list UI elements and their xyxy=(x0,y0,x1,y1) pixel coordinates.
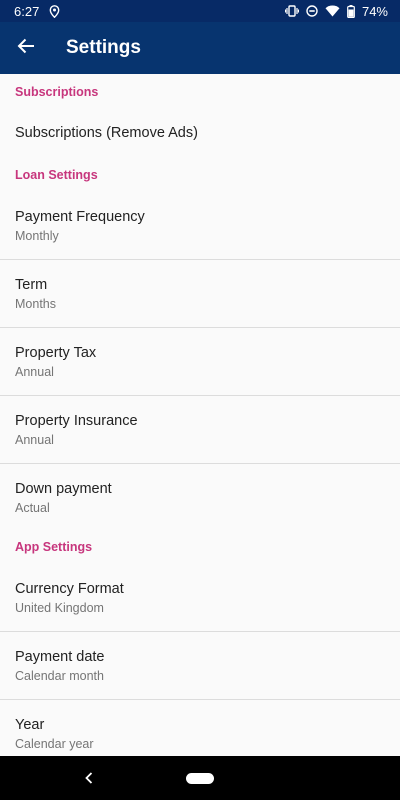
setting-payment-frequency[interactable]: Payment Frequency Monthly xyxy=(0,192,400,260)
setting-title: Property Tax xyxy=(15,344,97,361)
settings-list[interactable]: Subscriptions Subscriptions (Remove Ads)… xyxy=(0,74,400,756)
wifi-icon xyxy=(325,5,340,17)
battery-icon xyxy=(347,4,355,18)
section-header-loan-settings: Loan Settings xyxy=(15,168,98,182)
setting-payment-date[interactable]: Payment date Calendar month xyxy=(0,632,400,700)
vibrate-icon xyxy=(284,5,299,17)
setting-title: Payment date xyxy=(15,648,105,665)
setting-title: Property Insurance xyxy=(15,412,138,429)
section-header-app-settings: App Settings xyxy=(15,540,93,554)
setting-title: Year xyxy=(15,717,45,733)
setting-property-insurance[interactable]: Property Insurance Annual xyxy=(0,396,400,464)
do-not-disturb-icon xyxy=(306,5,318,17)
back-button[interactable] xyxy=(0,22,52,74)
status-icons: 74% xyxy=(284,3,388,19)
setting-value: United Kingdom xyxy=(15,600,104,615)
setting-subscriptions-remove-ads[interactable]: Subscriptions (Remove Ads) xyxy=(0,108,400,158)
setting-down-payment[interactable]: Down payment Actual xyxy=(0,464,400,532)
setting-term[interactable]: Term Months xyxy=(0,260,400,328)
system-nav-bar xyxy=(0,756,400,800)
setting-value: Actual xyxy=(15,501,50,515)
setting-currency-format[interactable]: Currency Format United Kingdom xyxy=(0,564,400,632)
page-title: Settings xyxy=(66,37,141,58)
setting-value: Months xyxy=(15,296,56,311)
setting-title: Currency Format xyxy=(15,580,124,597)
setting-value: Annual xyxy=(15,364,54,379)
setting-title: Subscriptions (Remove Ads) xyxy=(15,125,198,141)
setting-value: Calendar month xyxy=(15,668,104,683)
setting-title: Term xyxy=(15,276,48,293)
setting-value: Calendar year xyxy=(15,737,94,751)
nav-back-button[interactable] xyxy=(82,768,96,788)
setting-title: Down payment xyxy=(15,481,112,497)
setting-property-tax[interactable]: Property Tax Annual xyxy=(0,328,400,396)
section-header-subscriptions: Subscriptions xyxy=(15,85,99,99)
setting-value: Annual xyxy=(15,432,54,447)
status-time: 6:27 xyxy=(14,3,40,19)
nav-home-button[interactable] xyxy=(186,772,214,784)
setting-value: Monthly xyxy=(15,228,59,243)
setting-title: Payment Frequency xyxy=(15,208,145,225)
status-bar: 6:27 74% xyxy=(0,0,400,22)
location-pin-icon xyxy=(49,4,60,18)
arrow-left-icon xyxy=(17,38,35,59)
app-bar: Settings xyxy=(0,22,400,74)
battery-percent: 74% xyxy=(361,3,388,19)
setting-year[interactable]: Year Calendar year xyxy=(0,700,400,756)
